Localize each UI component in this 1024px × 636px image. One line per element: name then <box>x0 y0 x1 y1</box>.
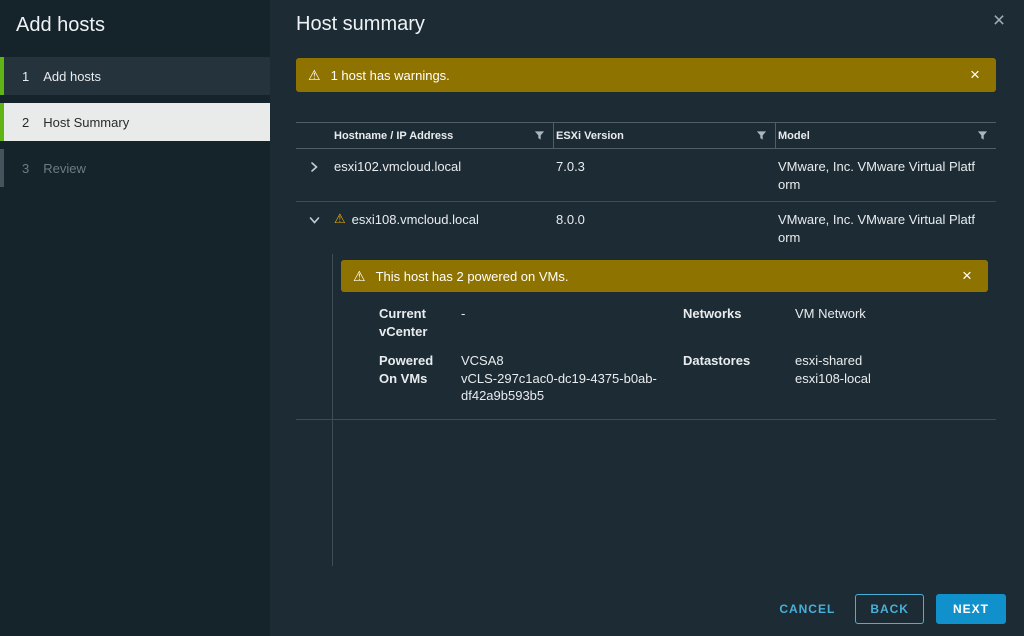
step-number: 3 <box>22 161 29 176</box>
host-summary-panel: Host summary × ⚠ 1 host has warnings. × … <box>270 0 1024 636</box>
warning-icon: ⚠ <box>308 67 321 84</box>
back-button[interactable]: BACK <box>855 594 924 624</box>
field-value-powered-on-vms: VCSA8 vCLS-297c1ac0-dc19-4375-b0ab-df42a… <box>461 352 671 405</box>
row-warning-icon: ⚠ <box>334 211 346 228</box>
table-row-esxi108[interactable]: ⚠ esxi108.vmcloud.local 8.0.0 VMware, In… <box>296 202 996 254</box>
column-label: Hostname / IP Address <box>334 130 453 142</box>
host-detail-row: ⚠ This host has 2 powered on VMs. × Curr… <box>296 254 996 420</box>
chevron-right-icon <box>307 160 321 174</box>
expand-row-button[interactable] <box>296 149 332 201</box>
column-header-hostname[interactable]: Hostname / IP Address <box>332 123 554 148</box>
table-row-esxi102[interactable]: esxi102.vmcloud.local 7.0.3 VMware, Inc.… <box>296 149 996 202</box>
step-label: Host Summary <box>43 115 129 130</box>
field-label-networks: Networks <box>683 305 783 340</box>
warning-banner: ⚠ 1 host has warnings. × <box>296 58 996 92</box>
hostname-cell: ⚠ esxi108.vmcloud.local <box>332 202 554 254</box>
host-warning-banner-text: This host has 2 powered on VMs. <box>376 269 569 284</box>
warning-banner-text: 1 host has warnings. <box>331 68 450 83</box>
step-number: 1 <box>22 69 29 84</box>
column-label: Model <box>778 130 810 142</box>
field-value-datastores: esxi-shared esxi108-local <box>795 352 988 405</box>
host-detail-fields: Current vCenter - Networks VM Network Po… <box>379 305 988 405</box>
host-warning-banner: ⚠ This host has 2 powered on VMs. × <box>341 260 988 292</box>
collapse-row-button[interactable] <box>296 202 332 254</box>
page-title: Host summary <box>296 13 984 36</box>
step-number: 2 <box>22 115 29 130</box>
banner-close-icon[interactable]: × <box>958 266 976 286</box>
field-value-networks: VM Network <box>795 305 988 340</box>
hostname-cell: esxi102.vmcloud.local <box>332 149 554 201</box>
table-header: Hostname / IP Address ESXi Version Model <box>296 122 996 149</box>
column-label: ESXi Version <box>556 130 624 142</box>
field-label-datastores: Datastores <box>683 352 783 405</box>
step-label: Review <box>43 161 86 176</box>
cancel-button[interactable]: CANCEL <box>771 596 843 622</box>
filter-icon[interactable] <box>756 130 767 141</box>
step-3-review: 3 Review <box>0 149 270 187</box>
warning-icon: ⚠ <box>353 268 366 285</box>
table-empty-area <box>332 420 996 566</box>
filter-icon[interactable] <box>977 130 988 141</box>
column-header-model[interactable]: Model <box>776 123 996 148</box>
next-button[interactable]: NEXT <box>936 594 1006 624</box>
model-cell: VMware, Inc. VMware Virtual Platform <box>776 202 996 254</box>
expander-column-header <box>296 123 332 148</box>
banner-close-icon[interactable]: × <box>966 65 984 85</box>
wizard-sidebar: Add hosts 1 Add hosts 2 Host Summary 3 R… <box>0 0 270 636</box>
step-1-add-hosts[interactable]: 1 Add hosts <box>0 57 270 95</box>
close-icon[interactable]: × <box>986 8 1012 34</box>
hostname-text: esxi108.vmcloud.local <box>352 211 479 229</box>
panel-header: Host summary × <box>270 0 1024 48</box>
chevron-down-icon <box>307 213 321 227</box>
field-value-current-vcenter: - <box>461 305 671 340</box>
field-label-powered-on-vms: Powered On VMs <box>379 352 449 405</box>
step-label: Add hosts <box>43 69 101 84</box>
esxi-version-cell: 8.0.0 <box>554 202 776 254</box>
hosts-table: Hostname / IP Address ESXi Version Model… <box>296 122 996 566</box>
esxi-version-cell: 7.0.3 <box>554 149 776 201</box>
wizard-steps: 1 Add hosts 2 Host Summary 3 Review <box>0 57 270 187</box>
column-header-esxi-version[interactable]: ESXi Version <box>554 123 776 148</box>
step-2-host-summary[interactable]: 2 Host Summary <box>0 103 270 141</box>
host-detail-panel: ⚠ This host has 2 powered on VMs. × Curr… <box>332 254 996 419</box>
field-label-current-vcenter: Current vCenter <box>379 305 449 340</box>
footer-actions: CANCEL BACK NEXT <box>771 594 1006 624</box>
filter-icon[interactable] <box>534 130 545 141</box>
wizard-title: Add hosts <box>0 0 270 37</box>
model-cell: VMware, Inc. VMware Virtual Platform <box>776 149 996 201</box>
